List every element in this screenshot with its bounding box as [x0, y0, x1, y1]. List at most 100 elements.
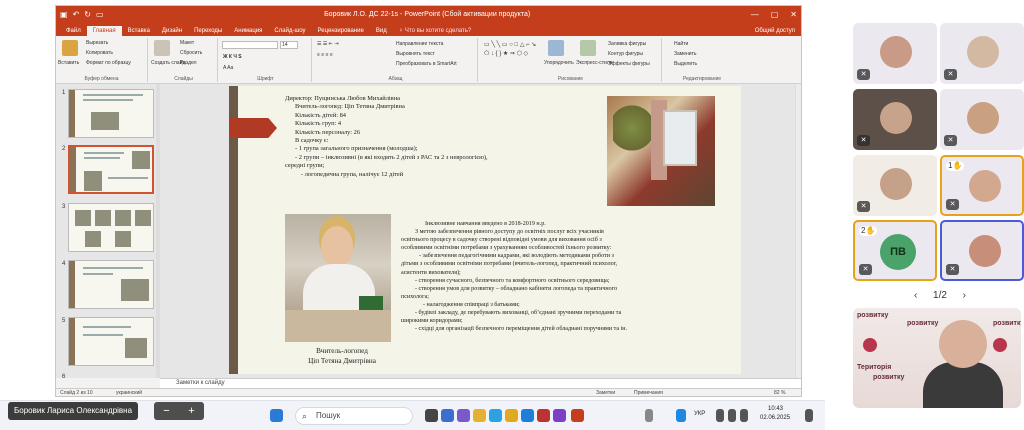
tab-file[interactable]: Файл	[60, 26, 87, 36]
battery-icon[interactable]	[740, 409, 748, 422]
shapes-gallery[interactable]: ▭ ╲ ╲ ▭ ○ □ △ ⌐ ↘	[484, 41, 536, 48]
telegram-icon[interactable]	[489, 409, 502, 422]
app-icon[interactable]	[553, 409, 566, 422]
maximize-button[interactable]: ▢	[771, 10, 779, 19]
arrange-icon[interactable]	[548, 40, 564, 56]
tab-home[interactable]: Главная	[86, 26, 122, 36]
layout-button[interactable]: Макет	[180, 40, 194, 46]
smartart-button[interactable]: Преобразовать в SmartArt	[396, 61, 457, 67]
file-explorer-icon[interactable]	[473, 409, 486, 422]
zoom-in-button[interactable]: +	[188, 402, 194, 420]
align-text-button[interactable]: Выровнять текст	[396, 51, 435, 57]
minimize-button[interactable]: —	[751, 10, 759, 19]
shape-fill-button[interactable]: Заливка фигуры	[608, 41, 646, 47]
title-bar: ▣ ↶ ↻ ▭ Боровик Л.О. ДС 22-1s - PowerPoi…	[56, 6, 801, 22]
prev-page-icon[interactable]: ‹	[914, 290, 917, 304]
paste-button[interactable]: Вставить	[58, 60, 79, 66]
app-icon[interactable]	[537, 409, 550, 422]
microphone-icon[interactable]	[676, 409, 686, 422]
bullets-icon[interactable]: ☰ ☰ ⇤ ⇥	[317, 41, 339, 47]
copy-button[interactable]: Копировать	[86, 50, 113, 56]
slide-thumb-2[interactable]	[68, 145, 154, 194]
slide-thumb-5[interactable]	[68, 317, 154, 366]
present-icon[interactable]: ▭	[96, 10, 104, 19]
app-icon[interactable]	[457, 409, 470, 422]
shapes-gallery-row2[interactable]: ⬠ ↓ { } ★ ⇒ ⬡ ◇	[484, 50, 528, 57]
shape-effects-button[interactable]: Эффекты фигуры	[608, 61, 650, 67]
participant-tile[interactable]: ✕	[853, 23, 937, 84]
participant-tile[interactable]: ✕	[853, 155, 937, 216]
save-icon[interactable]: ▣	[60, 10, 68, 19]
chrome-icon[interactable]	[505, 409, 518, 422]
bold-icon[interactable]: Ж К Ч S	[223, 54, 242, 60]
tab-insert[interactable]: Вставка	[122, 26, 156, 36]
tab-transitions[interactable]: Переходы	[188, 26, 228, 36]
slide-thumb-4[interactable]	[68, 260, 154, 309]
slide-thumb-3[interactable]	[68, 203, 154, 252]
participant-tile[interactable]: ✕	[853, 89, 937, 150]
next-page-icon[interactable]: ›	[963, 290, 966, 304]
app-icon[interactable]	[521, 409, 534, 422]
taskbar-search[interactable]: ⌕ Пошук	[295, 407, 413, 425]
find-button[interactable]: Найти	[674, 41, 688, 47]
notes-pane[interactable]: Заметки к слайду	[160, 378, 801, 388]
tab-review[interactable]: Рецензирование	[312, 26, 370, 36]
clock-time[interactable]: 10:43	[768, 406, 783, 412]
wifi-icon[interactable]	[716, 409, 724, 422]
thumb-picture	[135, 210, 151, 226]
redo-icon[interactable]: ↻	[84, 10, 91, 19]
comments-toggle[interactable]: Примечания	[634, 389, 663, 396]
section-button[interactable]: Раздел	[180, 60, 197, 66]
tab-design[interactable]: Дизайн	[156, 26, 188, 36]
font-color-icon[interactable]: A Aa	[223, 65, 233, 71]
thumb-number: 1	[62, 90, 66, 96]
close-button[interactable]: ✕	[790, 10, 797, 19]
text-line: - 1 група загального призначення (молодш…	[295, 145, 418, 153]
app-icon[interactable]	[441, 409, 454, 422]
powerpoint-icon[interactable]	[571, 409, 584, 422]
select-button[interactable]: Выделить	[674, 61, 697, 67]
share-button[interactable]: Общий доступ	[749, 26, 801, 36]
task-view-icon[interactable]	[425, 409, 438, 422]
windows-start-icon[interactable]	[270, 409, 283, 422]
tab-slideshow[interactable]: Слайд-шоу	[268, 26, 311, 36]
tab-view[interactable]: Вид	[370, 26, 393, 36]
reset-button[interactable]: Сбросить	[180, 50, 202, 56]
language-indicator[interactable]: украинский	[116, 389, 142, 396]
meeting-zoom-control: − +	[154, 402, 204, 420]
zoom-out-button[interactable]: −	[163, 402, 169, 420]
paste-icon[interactable]	[62, 40, 78, 56]
quick-styles-icon[interactable]	[580, 40, 596, 56]
current-slide[interactable]: Директор: Пущинська Любов Михайлівна Вчи…	[229, 86, 741, 374]
language-indicator[interactable]: УКР	[694, 411, 705, 417]
participant-tile[interactable]: 2✋ ПВ ✕	[853, 220, 937, 281]
arrange-button[interactable]: Упорядочить	[544, 60, 574, 66]
notifications-icon[interactable]	[805, 409, 813, 422]
format-painter-button[interactable]: Формат по образцу	[86, 60, 131, 66]
desk	[285, 310, 391, 342]
replace-button[interactable]: Заменить	[674, 51, 696, 57]
cut-button[interactable]: Вырезать	[86, 40, 108, 46]
align-icon[interactable]: ≡ ≡ ≡ ≡	[317, 52, 333, 58]
thumb-picture	[95, 210, 111, 226]
notes-toggle[interactable]: Заметки	[596, 389, 615, 396]
tell-me-search[interactable]: ♀ Что вы хотите сделать?	[393, 26, 478, 36]
participant-tile[interactable]: ✕	[940, 23, 1024, 84]
zoom-level[interactable]: 82 %	[774, 389, 785, 396]
shape-outline-button[interactable]: Контур фигуры	[608, 51, 643, 57]
participant-tile[interactable]: ✕	[940, 220, 1024, 281]
chevron-up-icon[interactable]	[645, 409, 653, 422]
font-size-box[interactable]: 14	[280, 41, 298, 49]
text-direction-button[interactable]: Направление текста	[396, 41, 443, 47]
volume-icon[interactable]	[728, 409, 736, 422]
editor-scrollbar[interactable]	[795, 84, 801, 378]
participant-tile[interactable]: ✕	[940, 89, 1024, 150]
clock-date[interactable]: 02.06.2025	[760, 415, 790, 421]
undo-icon[interactable]: ↶	[73, 10, 80, 19]
new-slide-icon[interactable]	[154, 40, 170, 56]
font-name-box[interactable]	[222, 41, 278, 49]
active-speaker-video[interactable]: розвитку розвитку розвитку Територія роз…	[853, 308, 1021, 408]
tab-animations[interactable]: Анимация	[228, 26, 268, 36]
participant-tile[interactable]: 1✋ ✕	[940, 155, 1024, 216]
slide-thumb-1[interactable]	[68, 89, 154, 138]
